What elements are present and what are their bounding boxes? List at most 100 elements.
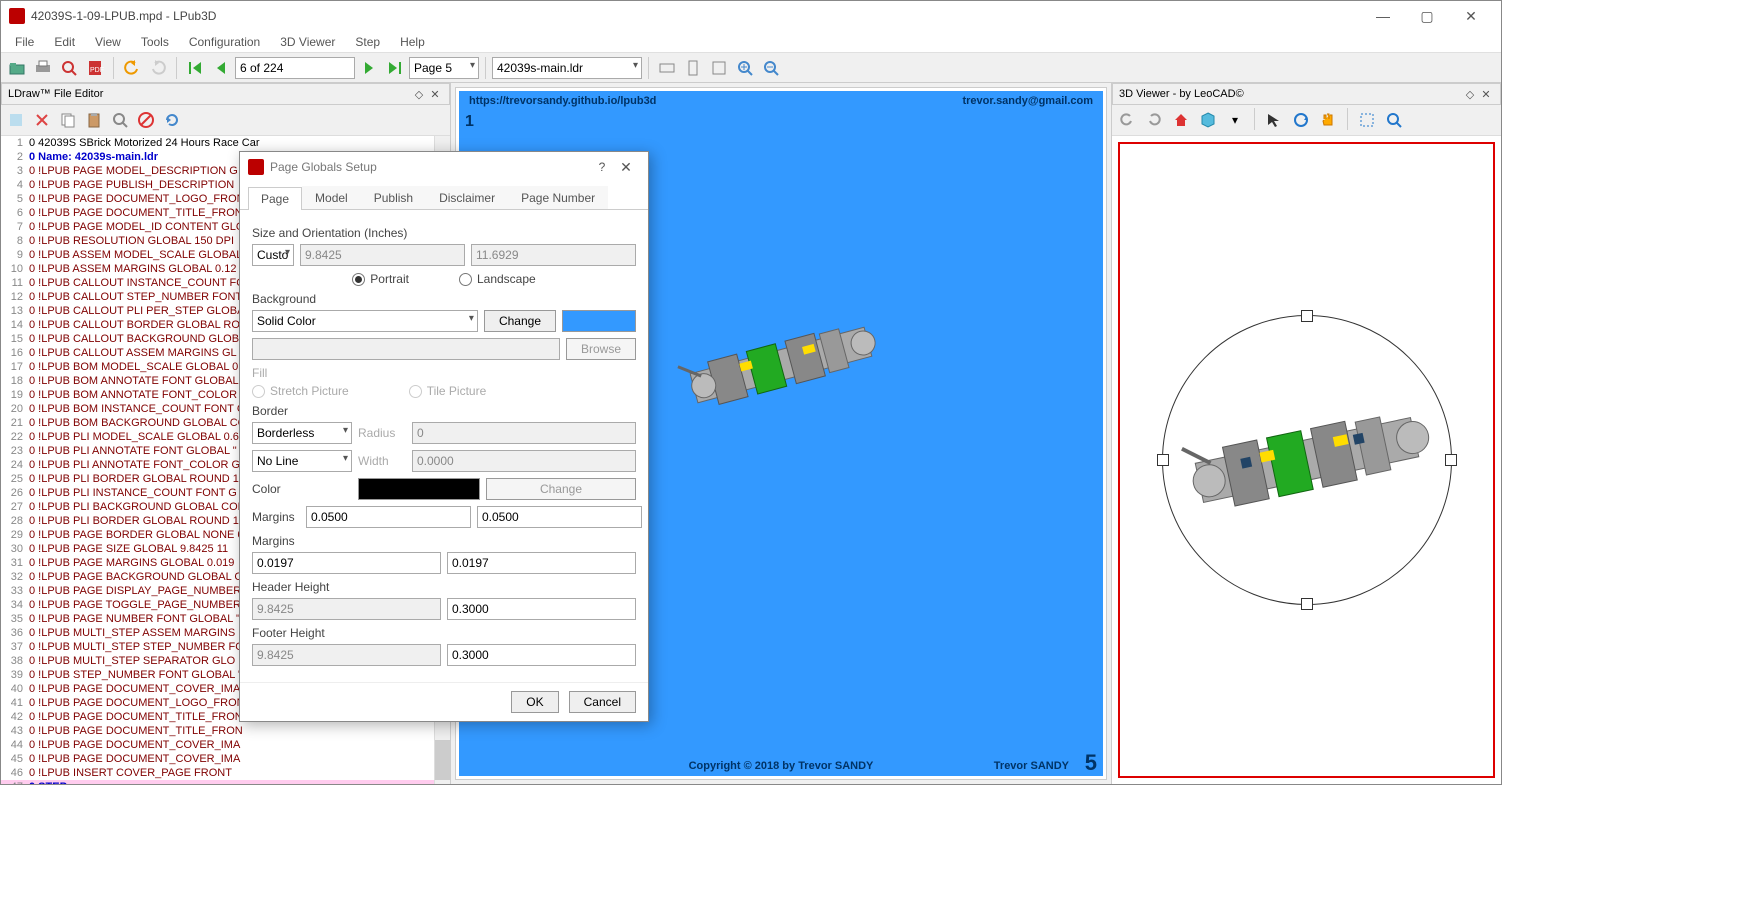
viewer-panel-header[interactable]: 3D Viewer - by LeoCAD© ◇ ✕: [1112, 83, 1501, 105]
menu-edit[interactable]: Edit: [44, 33, 85, 51]
maximize-button[interactable]: ▢: [1405, 2, 1449, 30]
zoom-out-icon[interactable]: [759, 56, 783, 80]
find-icon[interactable]: [57, 56, 81, 80]
border-style-select[interactable]: [252, 422, 352, 444]
page-height-input[interactable]: [471, 244, 636, 266]
menu-3dviewer[interactable]: 3D Viewer: [270, 33, 345, 51]
landscape-radio[interactable]: Landscape: [459, 272, 536, 286]
bg-image-path: [252, 338, 560, 360]
edit-icon[interactable]: [4, 108, 28, 132]
tab-disclaimer[interactable]: Disclaimer: [426, 186, 508, 209]
app-icon: [9, 8, 25, 24]
viewer-home-icon[interactable]: [1169, 108, 1193, 132]
model-select[interactable]: [492, 57, 642, 79]
dialog-titlebar[interactable]: Page Globals Setup ? ✕: [240, 152, 648, 182]
zoom-in-icon[interactable]: [733, 56, 757, 80]
last-page-icon[interactable]: [383, 56, 407, 80]
cancel-button[interactable]: Cancel: [569, 691, 636, 713]
margin-y-input[interactable]: [447, 552, 636, 574]
margin-x-input[interactable]: [252, 552, 441, 574]
code-line[interactable]: 440 !LPUB PAGE DOCUMENT_COVER_IMA: [1, 738, 450, 752]
viewer-undo-icon[interactable]: [1115, 108, 1139, 132]
viewer-select-icon[interactable]: [1262, 108, 1286, 132]
tab-page-number[interactable]: Page Number: [508, 186, 608, 209]
size-preset-select[interactable]: [252, 244, 294, 266]
menu-help[interactable]: Help: [390, 33, 435, 51]
refresh-icon[interactable]: [160, 108, 184, 132]
editor-panel-header[interactable]: LDraw™ File Editor ◇ ✕: [1, 83, 450, 105]
open-icon[interactable]: [5, 56, 29, 80]
viewer-dropdown-icon[interactable]: ▾: [1223, 108, 1247, 132]
main-window: 42039S-1-09-LPUB.mpd - LPub3D — ▢ ✕ File…: [0, 0, 1502, 785]
ok-button[interactable]: OK: [511, 691, 558, 713]
find-editor-icon[interactable]: [108, 108, 132, 132]
dock-icon[interactable]: ◇: [411, 86, 427, 102]
copy-icon[interactable]: [56, 108, 80, 132]
code-line[interactable]: 470 STEP: [1, 780, 450, 784]
print-icon[interactable]: [31, 56, 55, 80]
border-margin-y[interactable]: [477, 506, 642, 528]
code-line[interactable]: 460 !LPUB INSERT COVER_PAGE FRONT: [1, 766, 450, 780]
viewer-close-icon[interactable]: ✕: [1478, 86, 1494, 102]
fit-page-icon[interactable]: [681, 56, 705, 80]
viewer-pan-icon[interactable]: [1316, 108, 1340, 132]
viewer-rotate-icon[interactable]: [1289, 108, 1313, 132]
handle-top[interactable]: [1301, 310, 1313, 322]
code-line[interactable]: 430 !LPUB PAGE DOCUMENT_TITLE_FRON: [1, 724, 450, 738]
border-label: Border: [252, 404, 636, 418]
fit-width-icon[interactable]: [655, 56, 679, 80]
pdf-icon[interactable]: PDF: [83, 56, 107, 80]
paste-icon[interactable]: [82, 108, 106, 132]
viewer-cube-icon[interactable]: [1196, 108, 1220, 132]
page-url: https://trevorsandy.github.io/lpub3d: [469, 95, 656, 107]
menu-step[interactable]: Step: [345, 33, 390, 51]
menu-configuration[interactable]: Configuration: [179, 33, 270, 51]
tab-model[interactable]: Model: [302, 186, 361, 209]
svg-text:PDF: PDF: [90, 67, 104, 74]
close-button[interactable]: ✕: [1449, 2, 1493, 30]
bg-change-button[interactable]: Change: [484, 310, 556, 332]
dialog-help-button[interactable]: ?: [592, 160, 612, 174]
viewer-dock-icon[interactable]: ◇: [1462, 86, 1478, 102]
border-line-select[interactable]: [252, 450, 352, 472]
redo-icon[interactable]: [146, 56, 170, 80]
tab-page[interactable]: Page: [248, 187, 302, 210]
menu-tools[interactable]: Tools: [131, 33, 179, 51]
bg-type-select[interactable]: [252, 310, 478, 332]
tab-publish[interactable]: Publish: [361, 186, 426, 209]
code-line[interactable]: 450 !LPUB PAGE DOCUMENT_COVER_IMA: [1, 752, 450, 766]
viewer-body[interactable]: [1112, 136, 1501, 784]
next-page-icon[interactable]: [357, 56, 381, 80]
header-b-input[interactable]: [447, 598, 636, 620]
border-radius-input: [412, 422, 636, 444]
border-color-swatch[interactable]: [358, 478, 480, 500]
first-page-icon[interactable]: [183, 56, 207, 80]
titlebar: 42039S-1-09-LPUB.mpd - LPub3D — ▢ ✕: [1, 1, 1501, 31]
portrait-radio[interactable]: Portrait: [352, 272, 409, 286]
viewer-redo-icon[interactable]: [1142, 108, 1166, 132]
viewer-region-icon[interactable]: [1355, 108, 1379, 132]
page-of-input[interactable]: [235, 57, 355, 79]
code-line[interactable]: 10 42039S SBrick Motorized 24 Hours Race…: [1, 136, 450, 150]
cut-icon[interactable]: [30, 108, 54, 132]
page-width-input[interactable]: [300, 244, 465, 266]
panel-close-icon[interactable]: ✕: [427, 86, 443, 102]
delete-icon[interactable]: [134, 108, 158, 132]
viewer-panel: 3D Viewer - by LeoCAD© ◇ ✕ ▾: [1111, 83, 1501, 784]
minimize-button[interactable]: —: [1361, 2, 1405, 30]
handle-bottom[interactable]: [1301, 598, 1313, 610]
bg-color-swatch[interactable]: [562, 310, 636, 332]
menu-view[interactable]: View: [85, 33, 131, 51]
viewer-zoom-icon[interactable]: [1382, 108, 1406, 132]
dialog-close-button[interactable]: ✕: [612, 159, 640, 176]
undo-icon[interactable]: [120, 56, 144, 80]
actual-size-icon[interactable]: [707, 56, 731, 80]
page-author: Trevor SANDY: [994, 760, 1069, 772]
footer-b-input[interactable]: [447, 644, 636, 666]
header-a-input: [252, 598, 441, 620]
prev-page-icon[interactable]: [209, 56, 233, 80]
menu-file[interactable]: File: [5, 33, 44, 51]
page-email: trevor.sandy@gmail.com: [962, 95, 1093, 107]
border-margin-x[interactable]: [306, 506, 471, 528]
page-select[interactable]: [409, 57, 479, 79]
